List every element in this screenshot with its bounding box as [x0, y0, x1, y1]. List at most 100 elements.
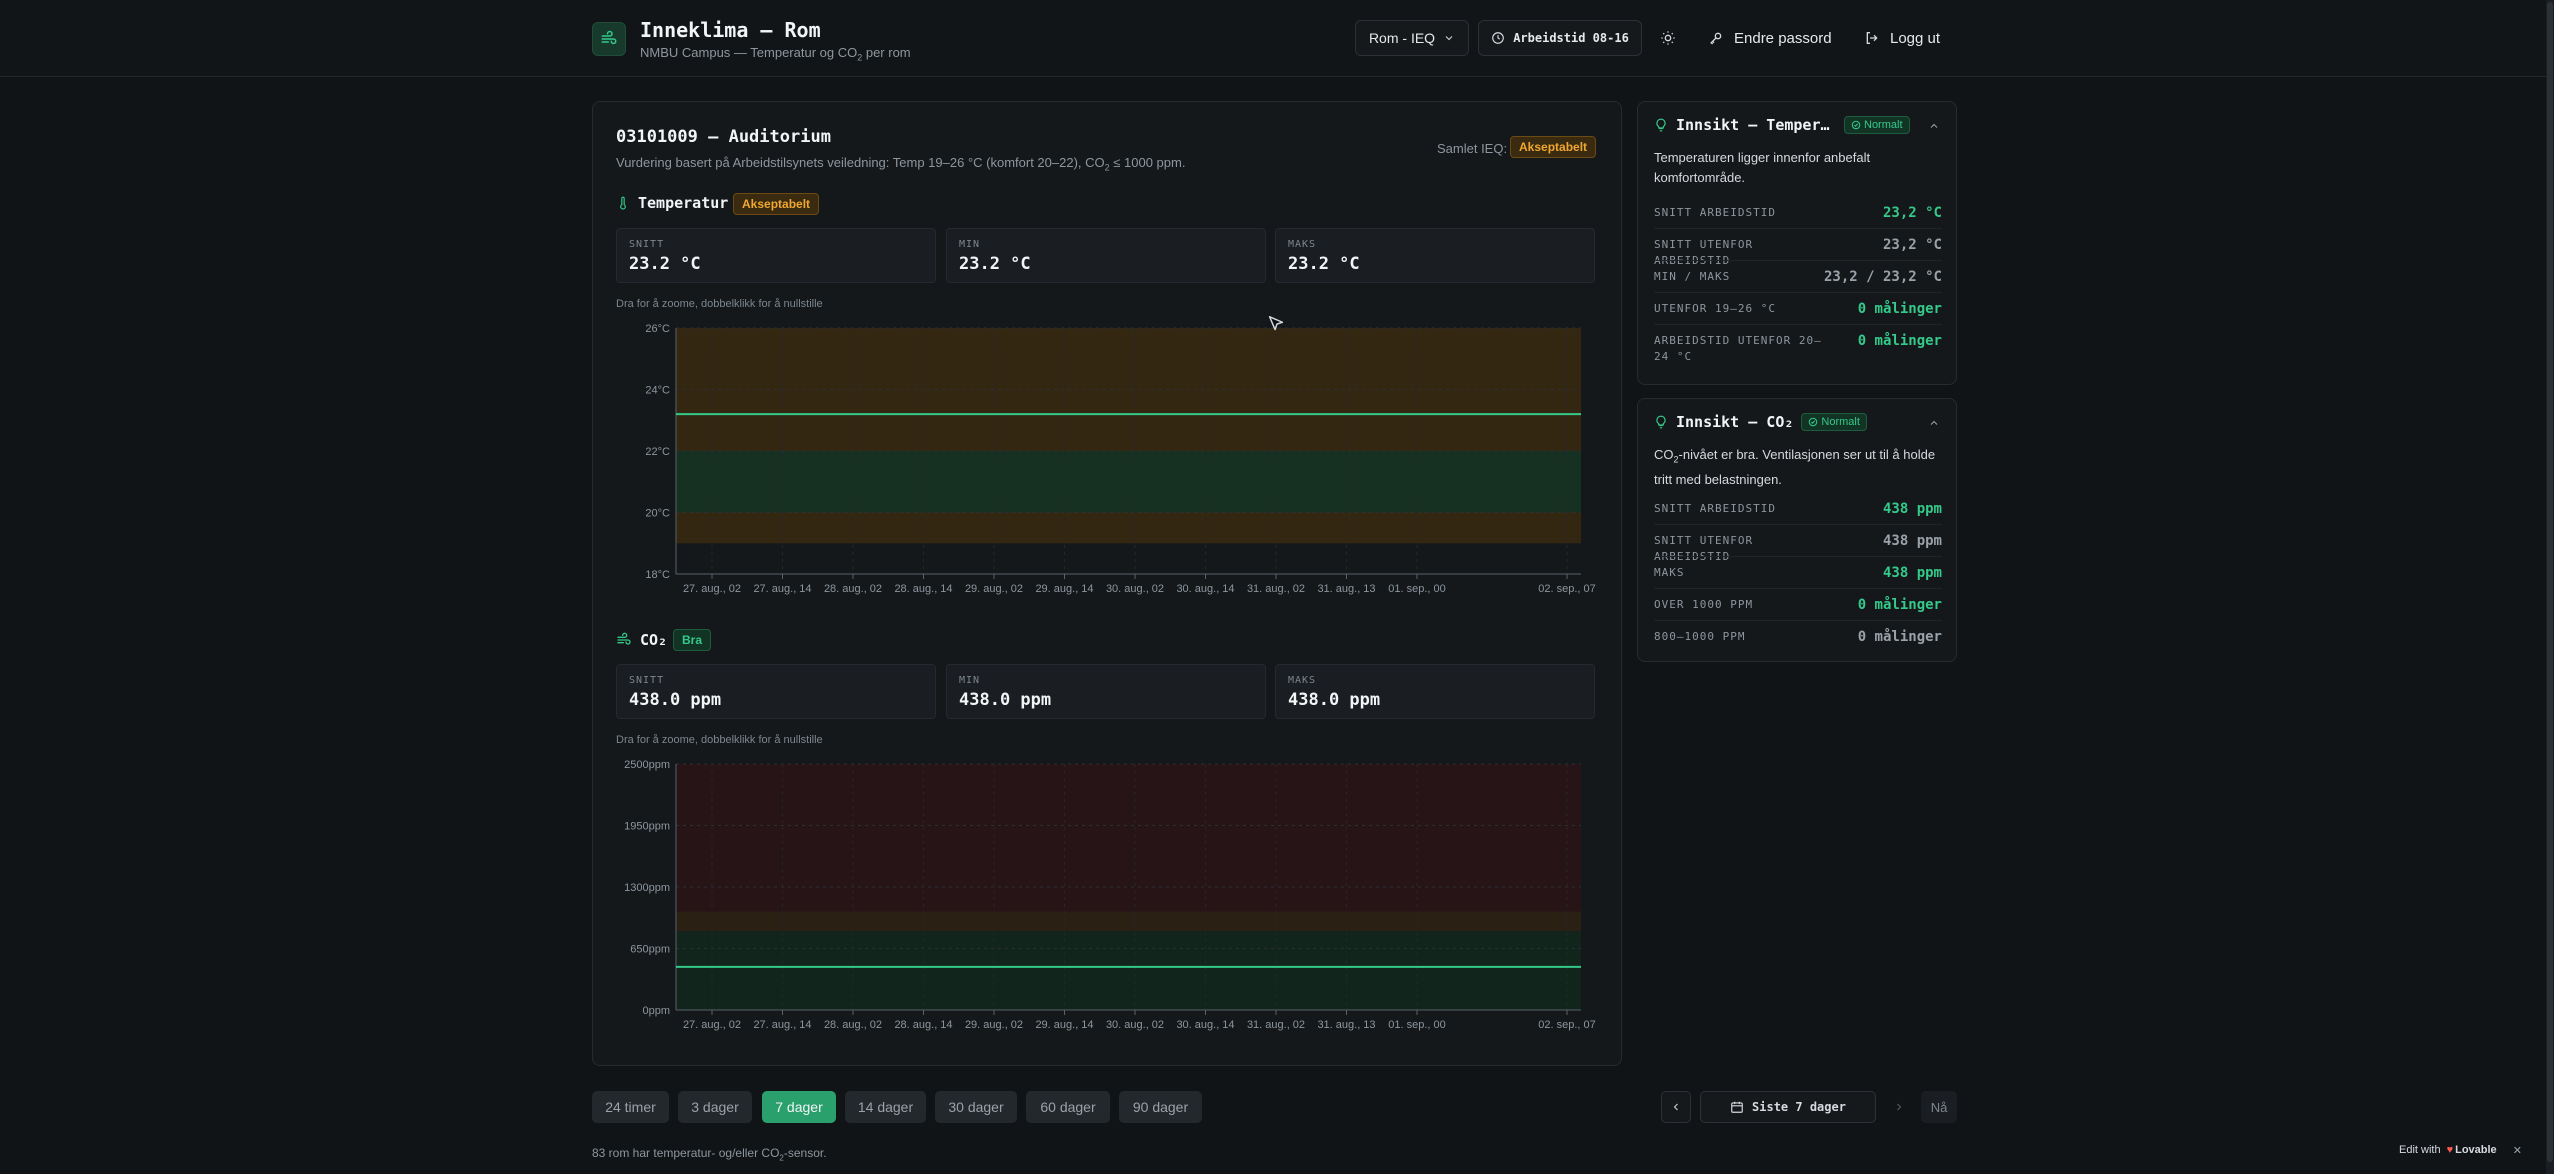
co2-chart-x-tick-label: 30. aug., 02	[1106, 1019, 1164, 1031]
key-icon	[1710, 32, 1722, 45]
co2-badge: Bra	[673, 629, 712, 651]
temperature-chart-x-tick-label: 30. aug., 14	[1176, 583, 1234, 595]
temperature-chart-x-tick-label: 29. aug., 14	[1035, 583, 1093, 595]
now-button[interactable]: Nå	[1921, 1091, 1957, 1123]
temperature-chart-x-tick-label: 30. aug., 02	[1106, 583, 1164, 595]
sensor-count-note: 83 rom har temperatur- og/eller CO2-sens…	[592, 1146, 827, 1163]
co2-chart-y-tick-label: 1950ppm	[624, 821, 670, 833]
chevron-down-icon	[1445, 36, 1453, 41]
calendar-icon	[1731, 1101, 1743, 1113]
temperature-chart-x-tick-label: 29. aug., 02	[965, 583, 1023, 595]
co2-chart-y-tick-label: 2500ppm	[624, 759, 670, 771]
chevron-up-icon[interactable]	[1928, 417, 1940, 429]
temperature-chart-y-tick-label: 22°C	[645, 446, 670, 458]
room-select[interactable]: Rom - IEQ	[1355, 20, 1469, 56]
top-bar: Inneklima — Rom NMBU Campus — Temperatur…	[0, 0, 2554, 77]
range-7d-button[interactable]: 7 dager	[762, 1091, 836, 1123]
temperature-chart-x-tick-label: 27. aug., 14	[753, 583, 811, 595]
range-90d-button[interactable]: 90 dager	[1119, 1091, 1202, 1123]
temperature-chart-y-tick-label: 24°C	[645, 385, 670, 397]
co2-chart-x-tick-label: 28. aug., 14	[894, 1019, 952, 1031]
range-60d-button[interactable]: 60 dager	[1026, 1091, 1110, 1123]
temperature-chart-x-tick-label: 27. aug., 02	[683, 583, 741, 595]
range-3d-button[interactable]: 3 dager	[678, 1091, 752, 1123]
co2-chart-x-tick-label: 28. aug., 02	[824, 1019, 882, 1031]
wind-icon	[601, 30, 617, 45]
insight-row: SNITT UTENFOR ARBEIDSTID 438 ppm	[1654, 533, 1942, 563]
co2-chart-x-tick-label: 30. aug., 14	[1176, 1019, 1234, 1031]
room-select-value: Rom - IEQ	[1368, 30, 1436, 46]
temperature-chart-x-tick-label: 28. aug., 14	[894, 583, 952, 595]
temperature-insight-title: Innsikt — Tempera…	[1676, 116, 1836, 134]
co2-avg-stat: SNITT 438.0 ppm	[616, 664, 936, 719]
co2-chart-y-tick-label: 0ppm	[642, 1005, 670, 1017]
temperature-chart-x-tick-label: 02. sep., 07	[1538, 583, 1596, 595]
temperature-chart-y-tick-label: 18°C	[645, 569, 670, 581]
co2-chart-x-tick-label: 27. aug., 14	[753, 1019, 811, 1031]
clock-icon	[1492, 32, 1505, 44]
temperature-chart[interactable]: 26°C 24°C 22°C 20°C 18°C 27. aug., 02 27. aug.…	[606, 316, 1611, 600]
insight-row: SNITT ARBEIDSTID 23,2 °C	[1654, 205, 1942, 221]
co2-chart-x-tick-label: 27. aug., 02	[683, 1019, 741, 1031]
co2-chart-y-tick-label: 650ppm	[630, 944, 670, 956]
temperature-chart-band	[676, 451, 1581, 513]
row-divider	[1654, 556, 1942, 557]
co2-chart-x-tick-label: 29. aug., 14	[1035, 1019, 1093, 1031]
logout-button[interactable]: Logg ut	[1864, 20, 1940, 56]
next-period-button[interactable]	[1884, 1091, 1914, 1123]
scrollbar-thumb[interactable]	[2547, 2, 2553, 1162]
co2-chart-x-tick-label: 02. sep., 07	[1538, 1019, 1596, 1031]
app-logo	[592, 22, 626, 56]
temperature-chart-x-tick-label: 31. aug., 02	[1247, 583, 1305, 595]
check-circle-icon	[1851, 120, 1861, 130]
co2-chart-x-tick-label: 01. sep., 00	[1388, 1019, 1446, 1031]
mouse-cursor-icon	[1268, 316, 1284, 331]
co2-chart-band	[676, 911, 1581, 932]
co2-chart-x-tick-label: 29. aug., 02	[965, 1019, 1023, 1031]
temperature-chart-y-tick-label: 20°C	[645, 508, 670, 520]
lovable-heart-icon: ♥	[2446, 1144, 2454, 1156]
period-picker[interactable]: Siste 7 dager	[1700, 1091, 1876, 1123]
thermometer-icon	[620, 196, 626, 210]
temperature-heading: Temperatur	[616, 194, 728, 212]
close-icon[interactable]: ✕	[2513, 1144, 2522, 1157]
logout-icon	[1866, 32, 1878, 44]
row-divider	[1654, 260, 1942, 261]
wind-icon	[617, 632, 631, 645]
work-hours-button[interactable]: Arbeidstid 08-16	[1478, 20, 1642, 56]
insight-row: MIN / MAKS 23,2 / 23,2 °C	[1654, 269, 1942, 285]
room-title: 03101009 — Auditorium	[616, 127, 831, 147]
insight-row: OVER 1000 PPM 0 målinger	[1654, 597, 1942, 613]
theme-toggle[interactable]	[1660, 20, 1680, 56]
app-title: Inneklima — Rom	[640, 18, 821, 42]
insight-row: ARBEIDSTID UTENFOR 20–24 °C 0 målinger	[1654, 333, 1942, 363]
co2-chart-band	[676, 931, 1581, 1010]
sun-icon	[1661, 31, 1675, 45]
change-password-button[interactable]: Endre passord	[1708, 20, 1832, 56]
co2-insight-card: Innsikt — CO₂ Normalt CO2-nivået er bra.…	[1637, 398, 1957, 662]
overall-ieq-label: Samlet IEQ:	[1437, 141, 1508, 156]
co2-chart[interactable]: 2500ppm 1950ppm 1300ppm 650ppm 0ppm 27. aug.,…	[606, 752, 1611, 1036]
insight-row: SNITT UTENFOR ARBEIDSTID 23,2 °C	[1654, 237, 1942, 267]
range-24h-button[interactable]: 24 timer	[592, 1091, 669, 1123]
range-14d-button[interactable]: 14 dager	[845, 1091, 926, 1123]
temperature-chart-x-tick-label: 31. aug., 13	[1317, 583, 1375, 595]
temperature-insight-card: Innsikt — Tempera… Normalt Temperaturen …	[1637, 101, 1957, 385]
co2-heading: CO₂	[616, 631, 667, 649]
row-divider	[1654, 292, 1942, 293]
co2-insight-header: Innsikt — CO₂ Normalt	[1654, 413, 1867, 431]
room-subtitle: Vurdering basert på Arbeidstilsynets vei…	[616, 155, 1186, 173]
temperature-chart-x-tick-label: 01. sep., 00	[1388, 583, 1446, 595]
chevron-up-icon[interactable]	[1928, 120, 1940, 132]
lovable-badge[interactable]: Edit with ♥ Lovable ✕	[2391, 1140, 2535, 1160]
temperature-chart-x-tick-label: 28. aug., 02	[824, 583, 882, 595]
insight-row: UTENFOR 19–26 °C 0 målinger	[1654, 301, 1942, 317]
temperature-badge: Akseptabelt	[733, 193, 820, 215]
row-divider	[1654, 324, 1942, 325]
co2-insight-badge: Normalt	[1801, 413, 1867, 431]
overall-ieq-badge: Akseptabelt	[1510, 136, 1597, 158]
range-30d-button[interactable]: 30 dager	[935, 1091, 1017, 1123]
previous-period-button[interactable]	[1661, 1091, 1691, 1123]
insight-row: 800–1000 PPM 0 målinger	[1654, 629, 1942, 645]
co2-chart-hint: Dra for å zoome, dobbelklikk for å nulls…	[616, 734, 823, 746]
